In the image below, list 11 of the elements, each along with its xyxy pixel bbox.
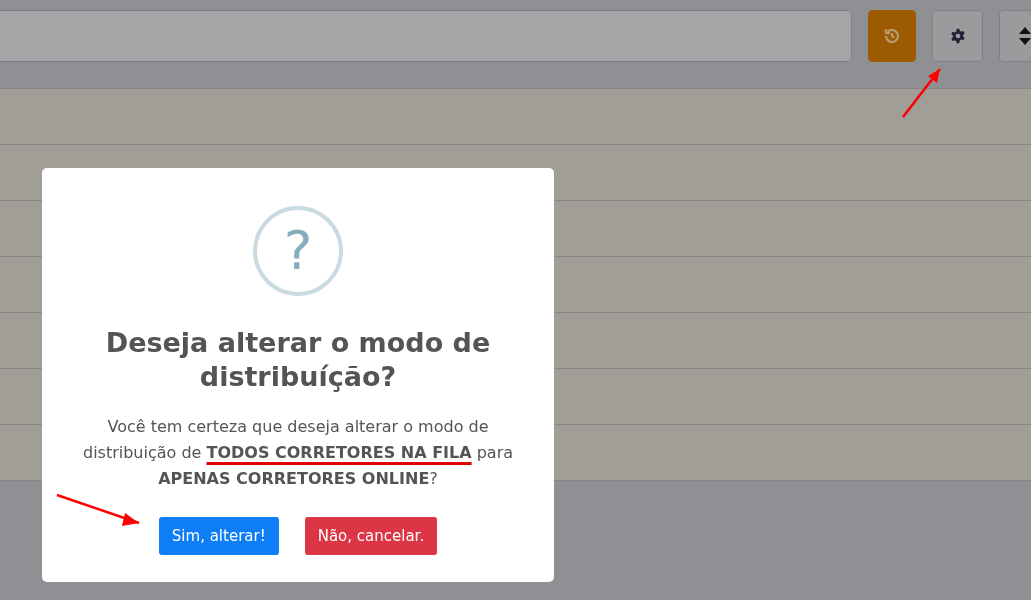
annotation-arrow bbox=[900, 66, 944, 120]
search-field[interactable] bbox=[0, 10, 852, 62]
question-icon: ? bbox=[253, 206, 343, 296]
cancel-button[interactable]: Não, cancelar. bbox=[304, 516, 438, 555]
settings-button[interactable] bbox=[932, 10, 983, 62]
dialog-message: Você tem certeza que deseja alterar o modo de distribuição de TODOS CORRETORES NA FILA para APENAS CORRETORES ONLINE? bbox=[81, 415, 515, 491]
dialog-title: Deseja alterar o modo de distribuíção? bbox=[104, 326, 492, 394]
sort-icon bbox=[1018, 27, 1031, 45]
confirm-button[interactable]: Sim, alterar! bbox=[158, 516, 279, 555]
history-icon bbox=[883, 27, 901, 45]
settings-icon bbox=[949, 28, 966, 44]
